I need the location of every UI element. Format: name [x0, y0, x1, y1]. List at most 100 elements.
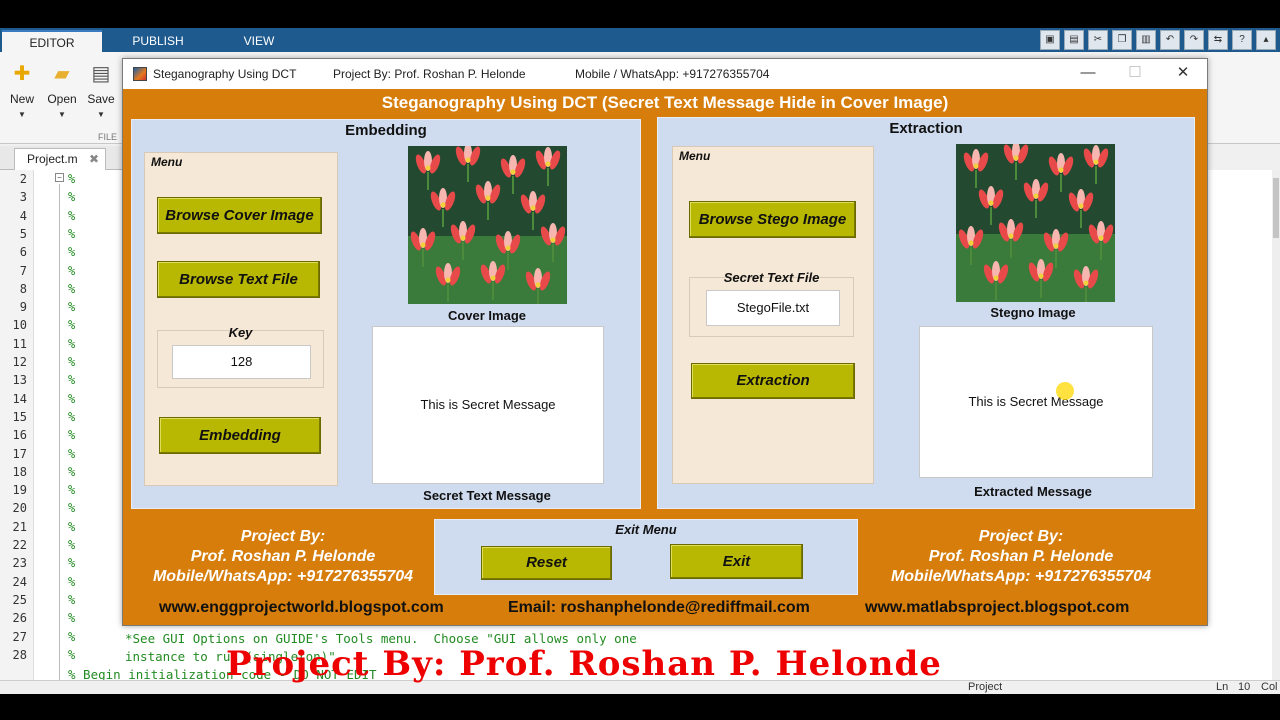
minimize-ribbon-icon[interactable]: ▴: [1256, 30, 1276, 50]
comment-marker: %: [68, 226, 76, 241]
stego-gui-window: Steganography Using DCT Project By: Prof…: [122, 58, 1208, 626]
reset-button[interactable]: Reset: [481, 546, 612, 580]
link-enggprojectworld[interactable]: www.enggprojectworld.blogspot.com: [159, 599, 444, 617]
stego-image-caption: Stegno Image: [990, 305, 1076, 320]
line-number-gutter: 2 3 4 5 6 7 8 9 10 11 12 13 14 15 16 17 18 19 20 21 22 23 24 25…: [0, 170, 34, 680]
line-number: 27: [12, 629, 27, 644]
line-number: 18: [12, 464, 27, 479]
new-button[interactable]: ✚ New ▼: [2, 62, 42, 119]
layout-icon[interactable]: ▣: [1040, 30, 1060, 50]
help-icon[interactable]: ?: [1232, 30, 1252, 50]
comment-marker: %: [68, 501, 76, 516]
cut-icon[interactable]: ✂: [1088, 30, 1108, 50]
tab-editor[interactable]: EDITOR: [2, 30, 102, 52]
comment-marker: %: [68, 318, 76, 333]
line-number: 25: [12, 592, 27, 607]
paste-icon[interactable]: ▥: [1136, 30, 1156, 50]
fold-toggle-icon[interactable]: −: [55, 173, 64, 182]
exit-menu-label: Exit Menu: [615, 522, 677, 537]
bottom-letterbox: [0, 694, 1280, 720]
comment-marker: %: [68, 355, 76, 369]
comment-marker: %: [68, 483, 76, 498]
extraction-button[interactable]: Extraction: [691, 363, 855, 399]
comment-marker: %: [68, 391, 76, 406]
line-number: 2: [19, 172, 27, 186]
save-button[interactable]: ▤ Save ▼: [81, 62, 121, 119]
tab-view[interactable]: VIEW: [214, 30, 304, 52]
comment-marker: %: [68, 263, 76, 278]
scrollbar-thumb[interactable]: [1273, 178, 1279, 238]
footer-right-line-2: Prof. Roshan P. Helonde: [928, 548, 1114, 565]
line-number: 16: [12, 428, 27, 443]
main-heading: Steganography Using DCT (Secret Text Mes…: [381, 93, 949, 112]
redo-icon[interactable]: ↷: [1184, 30, 1204, 50]
extracted-message-caption: Extracted Message: [974, 484, 1092, 499]
line-number: 26: [12, 611, 27, 626]
switch-windows-icon[interactable]: ⇆: [1208, 30, 1228, 50]
embedding-menu-label: Menu: [151, 155, 183, 169]
close-icon[interactable]: ✖: [89, 149, 99, 169]
footer-left-line-3: Mobile/WhatsApp: +917276355704: [152, 568, 414, 585]
line-number: 10: [12, 318, 27, 333]
save-label: Save: [87, 92, 115, 106]
comment-marker: %: [68, 336, 76, 351]
cover-image-caption: Cover Image: [447, 308, 527, 323]
line-number: 11: [12, 336, 27, 351]
tulip-image: [956, 144, 1115, 302]
maximize-icon[interactable]: ☐: [1125, 63, 1145, 83]
vertical-scrollbar[interactable]: [1272, 170, 1280, 680]
embedding-button[interactable]: Embedding: [159, 417, 321, 454]
open-button[interactable]: ▰ Open ▼: [42, 62, 82, 119]
line-number: 23: [12, 556, 27, 571]
secret-text-file-field[interactable]: StegoFile.txt: [706, 290, 840, 326]
tab-project-m[interactable]: Project.m ✖: [14, 148, 106, 170]
tab-publish[interactable]: PUBLISH: [110, 30, 206, 52]
cover-image: [408, 146, 567, 304]
comment-marker: %: [68, 574, 76, 589]
extraction-menu-label: Menu: [679, 149, 711, 163]
link-matlabsproject[interactable]: www.matlabsproject.blogspot.com: [865, 599, 1129, 617]
browse-text-file-button[interactable]: Browse Text File: [157, 261, 320, 298]
exit-button[interactable]: Exit: [670, 544, 803, 579]
comment-marker: %: [68, 300, 76, 315]
screen: EDITOR PUBLISH VIEW ▣ ▤ ✂ ❐ ▥ ↶ ↷ ⇆ ? ▴ …: [0, 0, 1280, 720]
browse-stego-image-button[interactable]: Browse Stego Image: [689, 201, 856, 238]
embedding-panel: Embedding Menu Browse Cover Image Browse…: [131, 119, 641, 509]
chevron-down-icon: ▼: [97, 110, 105, 119]
ribbon-tab-bar: EDITOR PUBLISH VIEW ▣ ▤ ✂ ❐ ▥ ↶ ↷ ⇆ ? ▴: [0, 28, 1280, 52]
line-number: 8: [19, 281, 27, 296]
footer-left-line-1: Project By:: [240, 528, 326, 545]
footer-right-line-3: Mobile/WhatsApp: +917276355704: [890, 568, 1152, 585]
chevron-down-icon: ▼: [18, 110, 26, 119]
key-label: Key: [228, 325, 253, 340]
close-window-icon[interactable]: ✕: [1173, 63, 1193, 83]
file-group-label: FILE: [98, 132, 118, 142]
line-number: 5: [19, 226, 27, 241]
save-icon[interactable]: ▤: [1064, 30, 1084, 50]
undo-icon[interactable]: ↶: [1160, 30, 1180, 50]
email-text: Email: roshanphelonde@rediffmail.com: [508, 599, 810, 616]
footer-right-credit: Project By: Prof. Roshan P. Helonde Mobi…: [871, 527, 1171, 587]
secret-text-file-group: Secret Text File StegoFile.txt: [689, 270, 854, 337]
extraction-title: Extraction: [889, 120, 963, 137]
comment-marker: %: [68, 281, 76, 296]
footer-right-line-1: Project By:: [978, 528, 1064, 545]
secret-message-box[interactable]: This is Secret Message: [372, 326, 604, 484]
comment-marker: %: [68, 373, 76, 388]
line-number: 24: [12, 574, 27, 589]
browse-cover-image-button[interactable]: Browse Cover Image: [157, 197, 322, 234]
comment-marker: %: [68, 464, 76, 479]
status-col-label: Col: [1261, 681, 1278, 693]
comment-marker: %: [68, 446, 76, 461]
key-input[interactable]: 128: [172, 345, 311, 379]
comment-marker: %: [68, 592, 76, 607]
status-context: Project: [968, 681, 1003, 693]
watermark-text: Project By: Prof. Roshan P. Helonde: [226, 644, 942, 684]
footer-left-line-2: Prof. Roshan P. Helonde: [190, 548, 376, 565]
plus-icon: ✚: [13, 63, 31, 85]
extracted-message-box[interactable]: This is Secret Message: [919, 326, 1153, 478]
minimize-icon[interactable]: —: [1078, 63, 1098, 83]
copy-icon[interactable]: ❐: [1112, 30, 1132, 50]
comment-marker: %: [68, 629, 76, 644]
comment-marker: %: [68, 245, 76, 260]
